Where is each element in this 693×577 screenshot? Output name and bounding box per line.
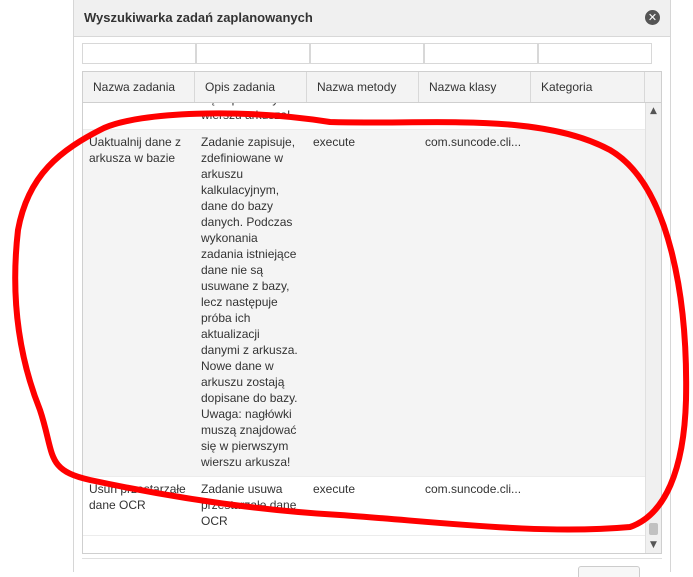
cell-description: Zadanie usuwa przestarzałe dane OCR <box>201 482 297 528</box>
column-header-spacer <box>645 72 659 102</box>
grid-body: muszą znajdować się w pierwszym wierszu … <box>83 103 645 553</box>
filter-input-method[interactable] <box>310 43 424 64</box>
scroll-up-icon[interactable]: ▲ <box>646 103 661 119</box>
column-header-name[interactable]: Nazwa zadania <box>83 72 195 102</box>
dialog-titlebar: Wyszukiwarka zadań zaplanowanych ✕ <box>74 0 670 37</box>
cell-method: execute <box>313 482 356 496</box>
filter-input-description[interactable] <box>196 43 310 64</box>
cell-class <box>419 103 531 129</box>
filter-input-category[interactable] <box>538 43 652 64</box>
column-header-category[interactable]: Kategoria <box>531 72 645 102</box>
cell-description: muszą znajdować się w pierwszym wierszu … <box>201 103 291 122</box>
close-icon[interactable]: ✕ <box>645 10 660 25</box>
cell-method: execute <box>313 135 356 149</box>
cell-name: Usuń przestarzałe dane OCR <box>89 482 186 512</box>
filter-input-class[interactable] <box>424 43 538 64</box>
scroll-thumb[interactable] <box>649 523 658 535</box>
table-row[interactable]: Uaktualnij dane z arkusza w bazie Zadani… <box>83 130 645 477</box>
table-row[interactable]: Usuń przestarzałe dane OCR Zadanie usuwa… <box>83 477 645 536</box>
grid-bottom-edge <box>82 558 662 573</box>
cell-name: Uaktualnij dane z arkusza w bazie <box>89 135 182 165</box>
grid-header: Nazwa zadania Opis zadania Nazwa metody … <box>83 72 661 103</box>
scroll-down-icon[interactable]: ▼ <box>646 537 661 553</box>
cell-class: com.suncode.cli... <box>425 482 522 496</box>
vertical-scrollbar[interactable]: ▲ ▼ <box>645 103 661 553</box>
column-header-method[interactable]: Nazwa metody <box>307 72 419 102</box>
column-header-class[interactable]: Nazwa klasy <box>419 72 531 102</box>
cell-category <box>531 103 645 129</box>
cell-method <box>307 103 419 129</box>
grid-rows: muszą znajdować się w pierwszym wierszu … <box>83 103 645 536</box>
filter-input-name[interactable] <box>82 43 196 64</box>
task-search-dialog: Wyszukiwarka zadań zaplanowanych ✕ Nazwa… <box>73 0 671 572</box>
cell-category <box>531 477 645 535</box>
filter-row <box>82 43 652 64</box>
cell-class: com.suncode.cli... <box>425 135 522 149</box>
dialog-title: Wyszukiwarka zadań zaplanowanych <box>84 10 313 25</box>
tasks-grid: Nazwa zadania Opis zadania Nazwa metody … <box>82 71 662 554</box>
column-header-description[interactable]: Opis zadania <box>195 72 307 102</box>
cell-category <box>531 130 645 476</box>
table-row[interactable]: muszą znajdować się w pierwszym wierszu … <box>83 103 645 130</box>
cell-name <box>83 103 195 129</box>
cell-description: Zadanie zapisuje, zdefiniowane w arkuszu… <box>201 135 298 469</box>
